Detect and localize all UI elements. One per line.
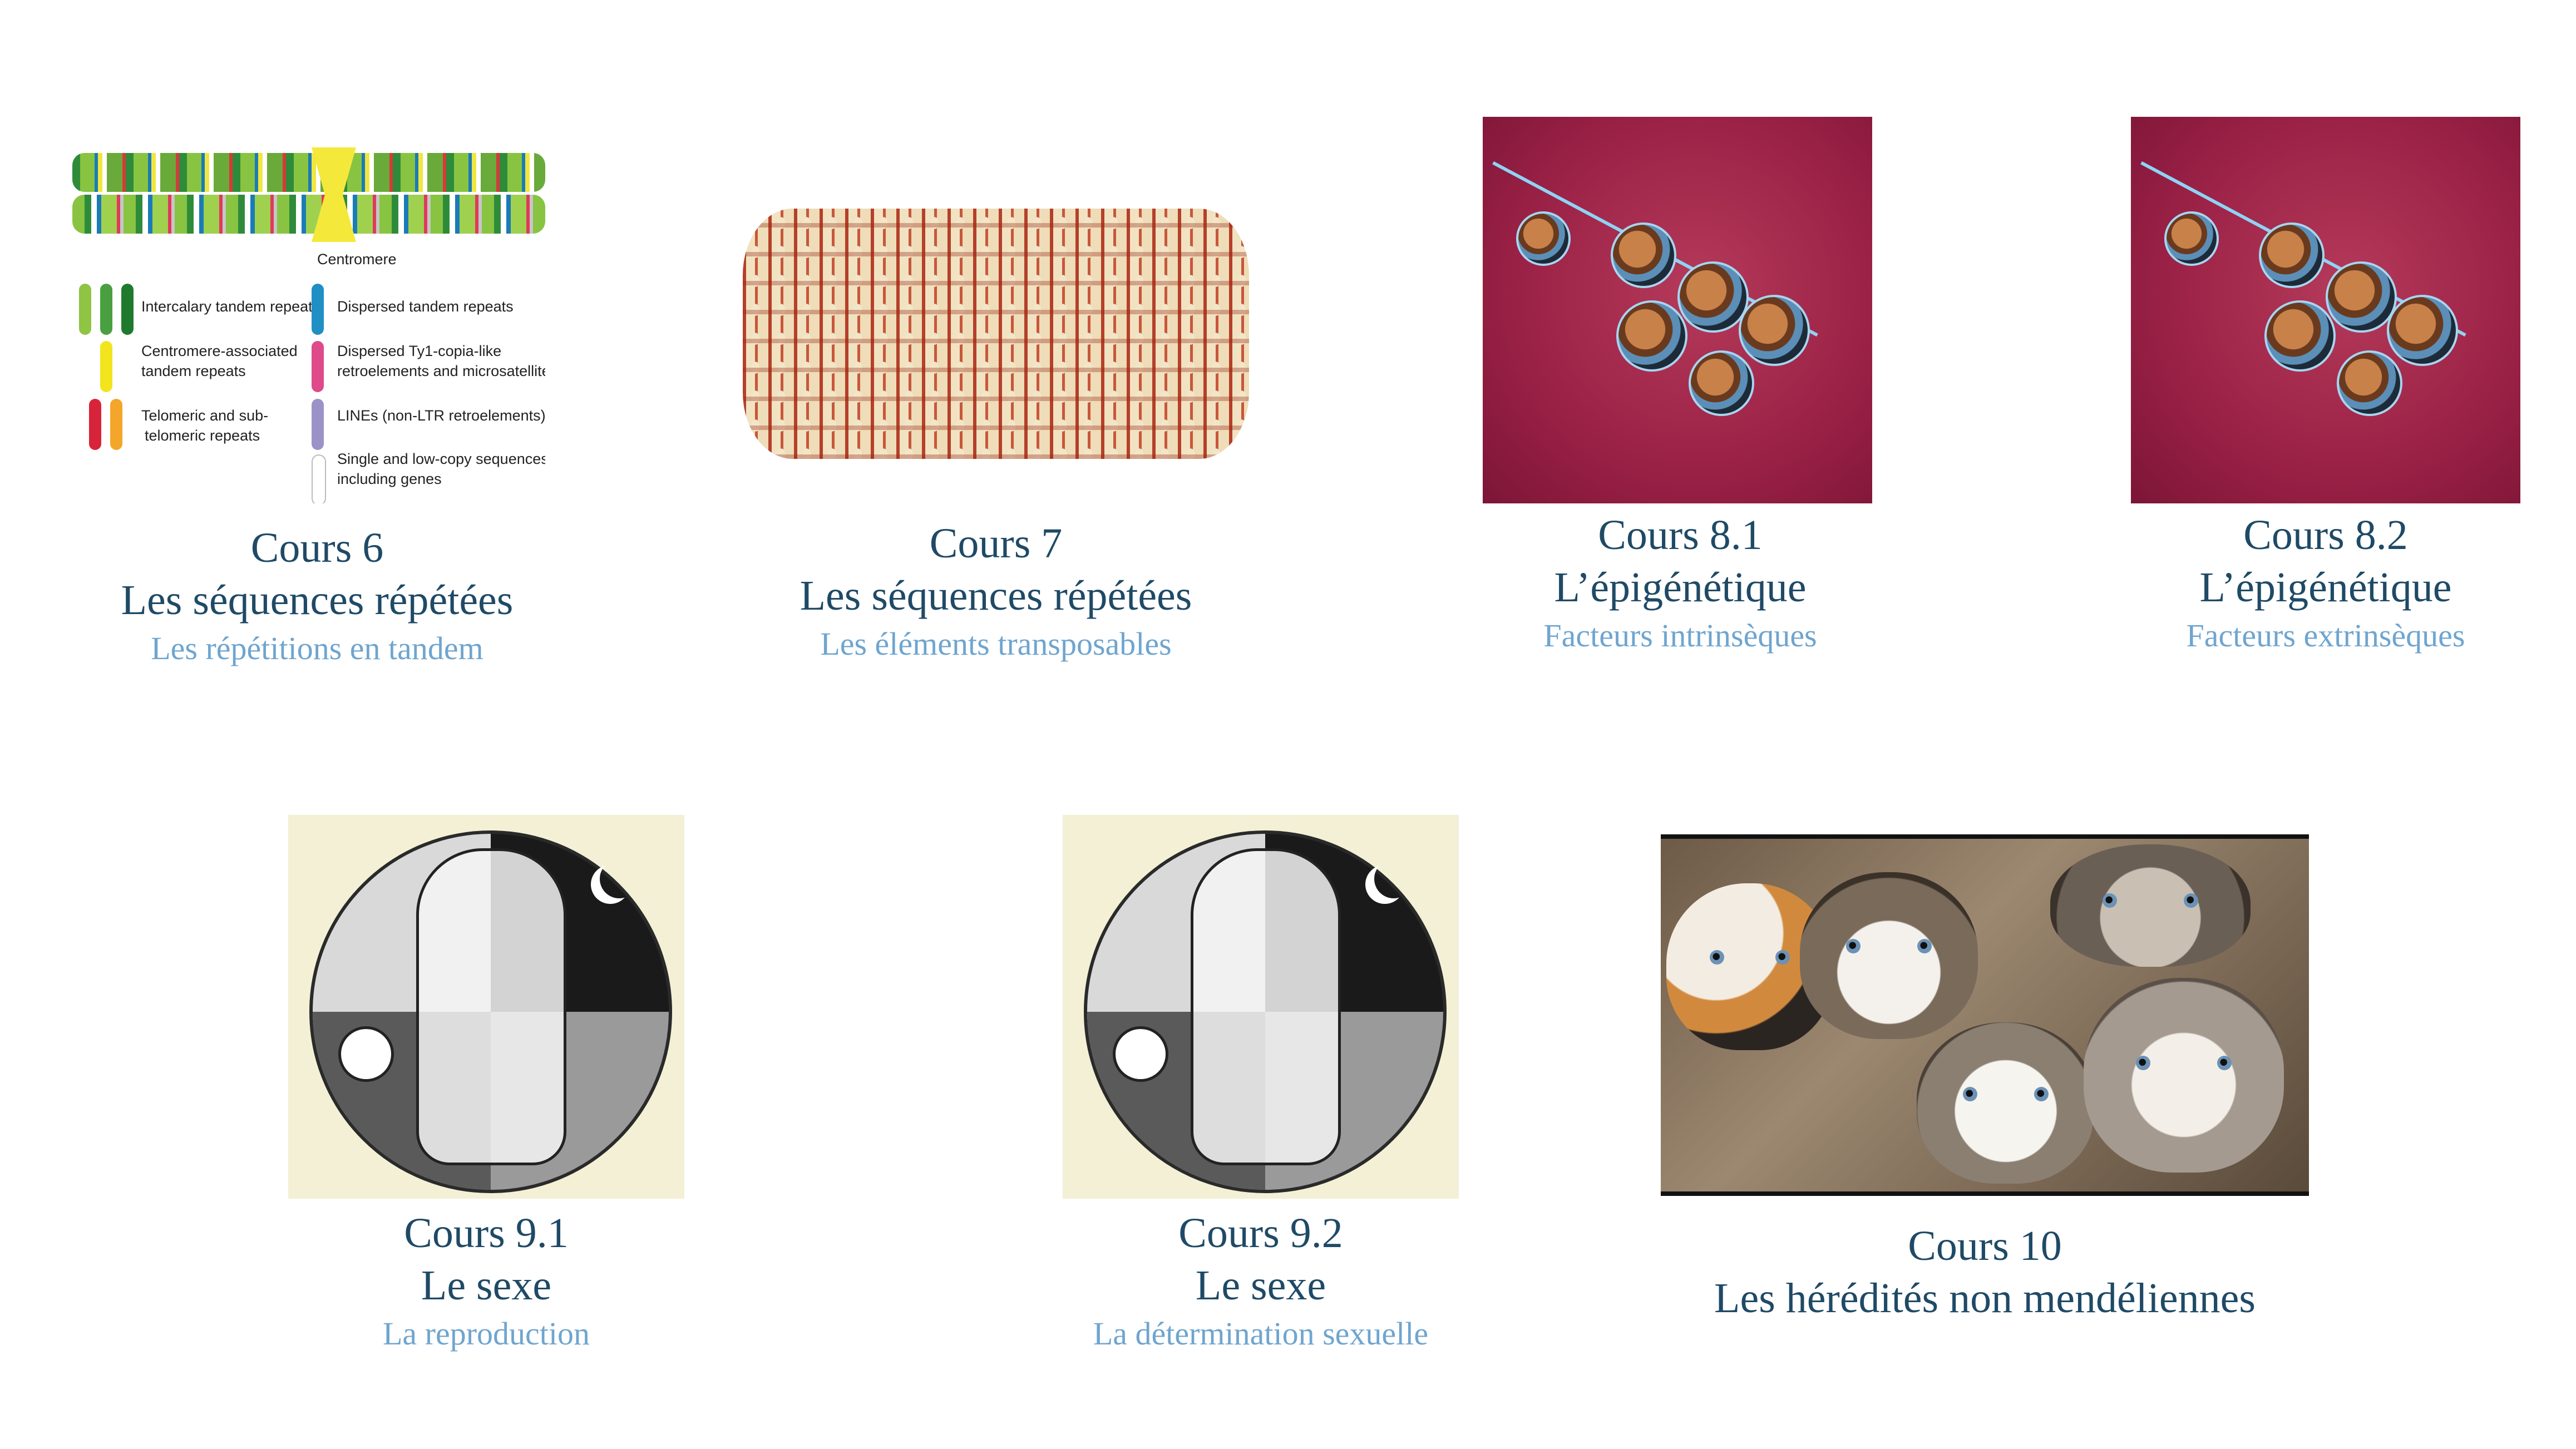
course-number: Cours 9.2 (1178, 1210, 1343, 1257)
course-number: Cours 8.1 (1598, 512, 1763, 558)
legend-telomeric-1: Telomeric and sub- (141, 407, 269, 424)
course-title: L’épigénétique (2199, 564, 2452, 611)
course-title: Les séquences répétées (121, 577, 514, 624)
course-title: Les séquences répétées (800, 572, 1192, 619)
course-number: Cours 10 (1908, 1223, 2062, 1269)
centromere-label: Centromere (317, 251, 397, 268)
legend-telomeric-2: telomeric repeats (145, 427, 260, 444)
legend-centromere-2: tandem repeats (141, 363, 246, 379)
course-subtitle: Les répétitions en tandem (151, 630, 483, 666)
caption-cours-9-1: Cours 9.1 Le sexe La reproduction (223, 1207, 750, 1356)
sexual-symbol-drawing-icon (1063, 815, 1459, 1199)
course-number: Cours 8.2 (2243, 512, 2408, 558)
legend-lines: LINEs (non-LTR retroelements) (337, 407, 545, 424)
course-number: Cours 6 (250, 525, 384, 571)
legend-centromere-1: Centromere-associated (141, 343, 298, 359)
course-title: Les hérédités non mendéliennes (1714, 1275, 2256, 1322)
course-subtitle: La détermination sexuelle (1093, 1316, 1429, 1352)
course-subtitle: Facteurs intrinsèques (1543, 617, 1817, 654)
course-subtitle: Facteurs extrinsèques (2186, 617, 2465, 654)
caption-cours-8-1: Cours 8.1 L’épigénétique Facteurs intrin… (1413, 509, 1947, 658)
legend-ty1-2: retroelements and microsatellites (337, 363, 545, 379)
caption-cours-7: Cours 7 Les séquences répétées Les éléme… (718, 517, 1274, 666)
chromatin-nucleosome-icon (2131, 117, 2520, 503)
caption-cours-8-2: Cours 8.2 L’épigénétique Facteurs extrin… (2070, 509, 2576, 658)
caption-cours-6: Cours 6 Les séquences répétées Les répét… (45, 522, 590, 671)
course-title: Le sexe (1195, 1262, 1326, 1309)
course-subtitle: Les éléments transposables (820, 626, 1172, 662)
caption-cours-9-2: Cours 9.2 Le sexe La détermination sexue… (996, 1207, 1526, 1356)
course-subtitle: La reproduction (382, 1316, 590, 1352)
caption-cours-10: Cours 10 Les hérédités non mendéliennes (1658, 1220, 2312, 1324)
chromosome-diagram-icon: Centromere Intercalary tandem repeats Di… (72, 147, 545, 503)
kittens-photo-icon (1661, 834, 2309, 1196)
sexual-symbol-drawing-icon (288, 815, 684, 1199)
course-number: Cours 7 (929, 520, 1063, 567)
legend-single-1: Single and low-copy sequences (337, 451, 545, 467)
course-title: L’épigénétique (1554, 564, 1807, 611)
legend-dispersed-tandem: Dispersed tandem repeats (337, 298, 514, 315)
corn-cob-icon (743, 209, 1249, 459)
legend-intercalary: Intercalary tandem repeats (141, 298, 320, 315)
legend-single-2: including genes (337, 471, 442, 487)
chromatin-nucleosome-icon (1483, 117, 1872, 503)
legend-ty1-1: Dispersed Ty1-copia-like (337, 343, 502, 359)
course-title: Le sexe (421, 1262, 552, 1309)
course-number: Cours 9.1 (404, 1210, 569, 1257)
